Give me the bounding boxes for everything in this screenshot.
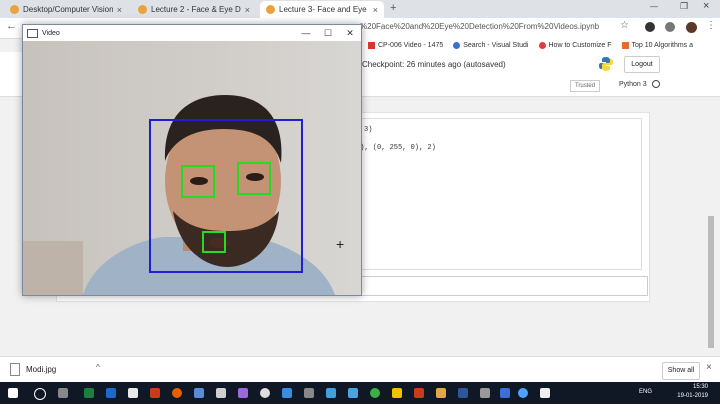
outlook-icon[interactable]	[106, 388, 116, 398]
close-icon[interactable]: ✕	[339, 28, 361, 39]
kernel-name: Python 3	[619, 80, 647, 88]
maximize-icon[interactable]: ☐	[317, 28, 339, 39]
show-all-button[interactable]: Show all	[662, 362, 700, 380]
new-tab-button[interactable]: +	[390, 2, 396, 14]
tab-title: Desktop/Computer Vision Tuto	[23, 5, 113, 14]
system-tray[interactable]: ENG 15:30 19-01-2019	[639, 383, 716, 401]
app-icon[interactable]	[348, 388, 358, 398]
bookmarks-bar: CP-006 Video - 1475 Search - Visual Stud…	[360, 38, 720, 52]
close-icon[interactable]: ×	[706, 362, 712, 373]
close-tab-icon[interactable]: ×	[117, 5, 122, 15]
menu-icon[interactable]: ⋮	[706, 20, 716, 31]
jupyter-favicon-icon	[266, 5, 275, 14]
close-tab-icon[interactable]: ×	[373, 5, 378, 15]
app-icon[interactable]	[150, 388, 160, 398]
excel-icon[interactable]	[84, 388, 94, 398]
app-icon[interactable]	[194, 388, 204, 398]
extension-icon[interactable]	[665, 22, 675, 32]
tab-strip: Desktop/Computer Vision Tuto × Lecture 2…	[0, 0, 720, 18]
jupyter-favicon-icon	[138, 5, 147, 14]
close-window-icon[interactable]: ×	[703, 0, 709, 12]
profile-avatar[interactable]	[686, 22, 697, 33]
bookmark-label: Search - Visual Studi	[463, 41, 529, 49]
app-icon[interactable]	[216, 388, 226, 398]
bookmark-item[interactable]: How to Customize F	[538, 41, 612, 49]
minimize-icon[interactable]: —	[650, 2, 658, 11]
file-icon	[10, 363, 20, 376]
app-icon[interactable]	[282, 388, 292, 398]
browser-tab[interactable]: Desktop/Computer Vision Tuto ×	[4, 1, 128, 18]
powerpoint-icon[interactable]	[414, 388, 424, 398]
minimize-icon[interactable]: —	[295, 28, 317, 38]
bookmark-label: Top 10 Algorithms a	[631, 41, 694, 49]
eye-detection-box	[237, 162, 271, 195]
jupyter-favicon-icon	[10, 5, 19, 14]
maximize-icon[interactable]: ❐	[680, 1, 688, 12]
bookmark-favicon-icon	[621, 41, 629, 49]
eye-detection-box	[181, 165, 215, 198]
browser-tab[interactable]: Lecture 2 - Face & Eye Detection ×	[132, 1, 256, 18]
download-item[interactable]: Modi.jpg	[26, 365, 56, 374]
bookmark-star-icon[interactable]: ☆	[620, 20, 629, 31]
app-icon[interactable]	[260, 388, 270, 398]
code-line: h), (0, 255, 0), 2)	[356, 144, 436, 152]
bookmark-item[interactable]: CP-006 Video - 1475	[368, 41, 444, 49]
back-arrow-icon[interactable]: ←	[6, 20, 17, 32]
app-icon[interactable]	[128, 388, 138, 398]
bookmark-favicon-icon	[538, 41, 546, 49]
code-line: 3)	[364, 126, 373, 134]
tab-title: Lecture 3- Face and Eye Detecti	[279, 5, 369, 14]
clock-date[interactable]: 19-01-2019	[677, 392, 708, 401]
chrome-icon[interactable]	[518, 388, 528, 398]
app-icon[interactable]	[326, 388, 336, 398]
downloads-bar: Modi.jpg ^	[0, 356, 720, 383]
search-icon[interactable]	[34, 388, 46, 400]
kernel-indicator[interactable]: Python 3	[619, 80, 660, 88]
app-icon[interactable]	[500, 388, 510, 398]
face-detection-box	[149, 119, 303, 273]
app-icon[interactable]	[392, 388, 402, 398]
app-icon[interactable]	[238, 388, 248, 398]
video-window-titlebar[interactable]: Video — ☐ ✕	[23, 25, 361, 41]
trusted-badge[interactable]: Trusted	[570, 80, 600, 92]
chevron-up-icon[interactable]: ^	[96, 363, 100, 372]
video-window[interactable]: Video — ☐ ✕	[22, 24, 362, 296]
app-icon[interactable]	[370, 388, 380, 398]
app-icon[interactable]	[540, 388, 550, 398]
python-logo-icon	[598, 56, 614, 72]
word-icon[interactable]	[458, 388, 468, 398]
taskbar	[0, 382, 720, 404]
cursor-crosshair-icon: +	[336, 236, 345, 252]
clock-time[interactable]: 15:30	[677, 383, 708, 392]
folder-icon[interactable]	[436, 388, 446, 398]
browser-tab-active[interactable]: Lecture 3- Face and Eye Detecti ×	[260, 1, 384, 18]
app-icon[interactable]	[480, 388, 490, 398]
app-icon[interactable]	[304, 388, 314, 398]
bookmark-label: CP-006 Video - 1475	[378, 41, 444, 49]
tab-title: Lecture 2 - Face & Eye Detection	[151, 5, 241, 14]
search-icon	[453, 41, 461, 49]
video-window-title: Video	[42, 29, 60, 37]
scrollbar[interactable]	[708, 216, 714, 348]
bookmark-favicon-icon	[368, 41, 375, 49]
video-frame	[23, 41, 361, 295]
windows-start-icon[interactable]	[8, 388, 18, 398]
task-view-icon[interactable]	[58, 388, 68, 398]
close-tab-icon[interactable]: ×	[245, 5, 250, 15]
eye-detection-box	[202, 231, 226, 253]
bookmark-label: How to Customize F	[548, 41, 612, 49]
address-bar-url[interactable]: %20Face%20and%20Eye%20Detection%20From%2…	[360, 22, 599, 31]
bookmark-item[interactable]: Top 10 Algorithms a	[621, 41, 694, 49]
language-indicator[interactable]: ENG	[639, 388, 652, 397]
extension-icon[interactable]	[645, 22, 655, 32]
window-app-icon	[27, 28, 38, 38]
bookmark-item[interactable]: Search - Visual Studi	[453, 41, 529, 49]
checkpoint-status: Checkpoint: 26 minutes ago (autosaved)	[362, 60, 506, 69]
kernel-status-icon	[651, 80, 660, 88]
logout-button[interactable]: Logout	[624, 56, 660, 73]
firefox-icon[interactable]	[172, 388, 182, 398]
